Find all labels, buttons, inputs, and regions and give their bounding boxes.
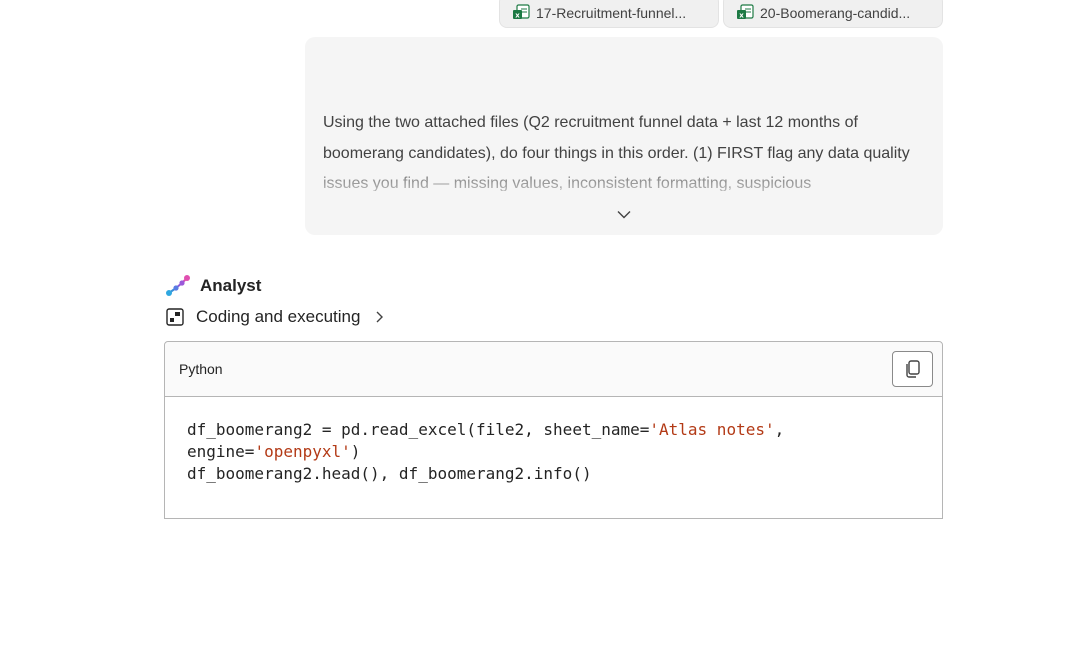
code-segment: , <box>774 420 785 439</box>
chevron-right-icon <box>376 311 384 323</box>
user-message-text: Using the two attached files (Q2 recruit… <box>323 114 910 191</box>
expand-message-button[interactable] <box>614 205 634 223</box>
user-message-bubble: Using the two attached files (Q2 recruit… <box>305 37 943 235</box>
attachment-name: 20-Boomerang-candid... <box>760 5 911 21</box>
analyst-icon <box>166 275 190 296</box>
code-block-header: Python <box>165 342 942 397</box>
assistant-name: Analyst <box>200 276 262 295</box>
coding-status-toggle[interactable]: Coding and executing <box>166 305 386 329</box>
code-execution-icon <box>166 308 184 326</box>
svg-text:x: x <box>739 11 744 19</box>
svg-text:x: x <box>515 11 520 19</box>
excel-file-icon: x <box>512 2 530 20</box>
code-line-3: df_boomerang2.head(), df_boomerang2.info… <box>187 464 592 483</box>
attachment-name: 17-Recruitment-funnel... <box>536 5 687 21</box>
attachment-chip-boomerang-candidates[interactable]: x 20-Boomerang-candid... <box>723 0 943 28</box>
copy-icon <box>905 360 920 378</box>
code-content: df_boomerang2 = pd.read_excel(file2, she… <box>165 397 942 485</box>
copy-code-button[interactable] <box>892 351 933 387</box>
code-block: Python df_boomerang2 = pd.read_excel(fil… <box>164 341 943 519</box>
code-string-literal: 'openpyxl' <box>254 442 351 461</box>
code-segment: df_boomerang2 = pd.read_excel(file2, she… <box>187 420 650 439</box>
code-string-literal: 'Atlas notes' <box>649 420 775 439</box>
code-segment: ) <box>350 442 361 461</box>
code-segment: engine= <box>187 442 255 461</box>
code-line-1: df_boomerang2 = pd.read_excel(file2, she… <box>187 420 784 439</box>
chevron-down-icon <box>617 210 631 218</box>
excel-file-icon: x <box>736 2 754 20</box>
code-line-2: engine='openpyxl') <box>187 442 360 461</box>
assistant-header: Analyst <box>165 274 261 298</box>
code-language-label: Python <box>179 361 223 377</box>
status-text: Coding and executing <box>196 307 361 326</box>
attachment-chip-recruitment-funnel[interactable]: x 17-Recruitment-funnel... <box>499 0 719 28</box>
